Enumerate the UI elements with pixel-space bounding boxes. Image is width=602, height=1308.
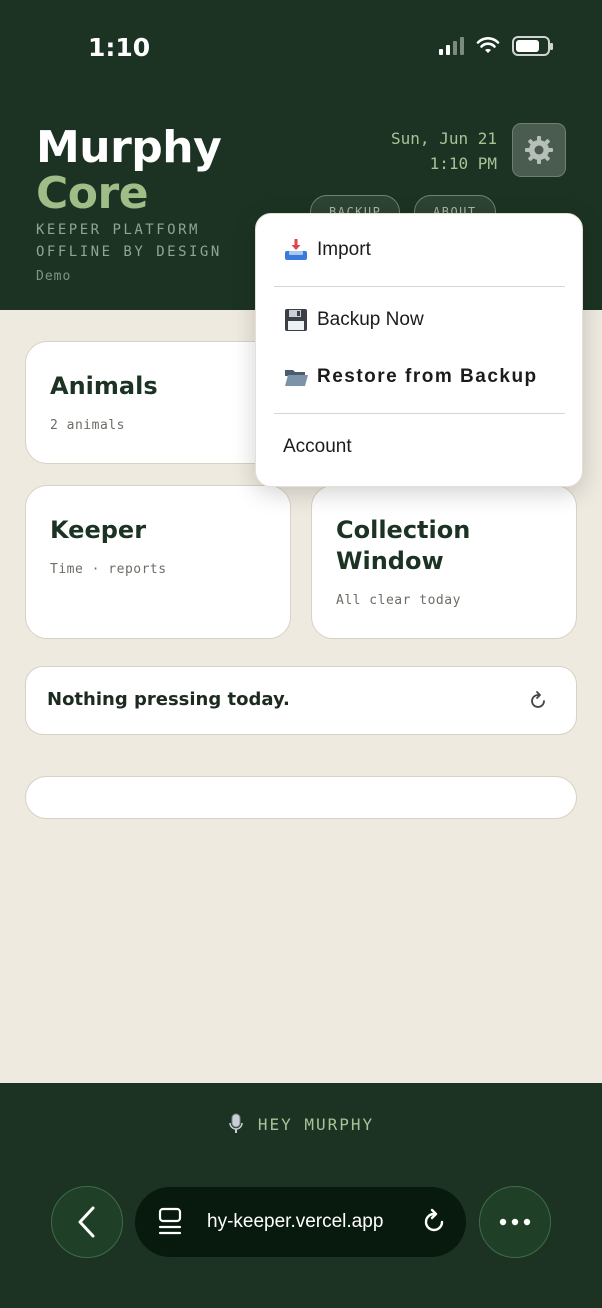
menu-item-account-label: Account	[283, 436, 352, 457]
brand-title: Murphy	[36, 122, 222, 173]
hey-murphy-label: HEY MURPHY	[257, 1115, 375, 1134]
status-banner-text: Nothing pressing today.	[47, 689, 290, 710]
menu-divider	[274, 286, 565, 287]
mode-label: Demo	[36, 269, 72, 284]
keeper-card-title: Keeper	[50, 516, 147, 544]
status-time: 1:10	[88, 33, 151, 62]
header-time: 1:10 PM	[429, 154, 497, 173]
animals-card-subtitle: 2 animals	[50, 418, 125, 433]
animals-card[interactable]: Animals 2 animals	[25, 341, 291, 464]
address-bar[interactable]: hy-keeper.vercel.app	[135, 1187, 466, 1257]
menu-item-restore-label: Restore from Backup	[317, 366, 538, 387]
menu-item-account[interactable]: Account	[283, 436, 352, 458]
back-button[interactable]	[51, 1186, 123, 1258]
keeper-card-subtitle: Time · reports	[50, 562, 167, 577]
hey-murphy-button[interactable]: HEY MURPHY	[0, 1113, 602, 1135]
gear-icon	[525, 136, 553, 164]
more-options-button[interactable]	[479, 1186, 551, 1258]
collection-card-subtitle: All clear today	[336, 593, 461, 608]
url-text: hy-keeper.vercel.app	[207, 1211, 384, 1232]
header-date: Sun, Jun 21	[391, 129, 497, 148]
menu-item-backup-label: Backup Now	[317, 309, 424, 330]
wifi-icon	[476, 37, 500, 53]
tabs-icon[interactable]	[157, 1207, 183, 1237]
menu-item-import-label: Import	[317, 239, 371, 260]
tagline-offline: OFFLINE BY DESIGN	[36, 244, 222, 260]
menu-item-import[interactable]: Import	[283, 237, 371, 263]
signal-icon	[439, 37, 464, 55]
open-folder-icon	[285, 370, 308, 386]
header-datetime: Sun, Jun 21 1:10 PM	[391, 126, 497, 176]
tagline-platform: KEEPER PLATFORM	[36, 222, 200, 238]
floppy-disk-icon	[285, 309, 307, 331]
animals-card-title: Animals	[50, 372, 158, 400]
inbox-tray-icon	[285, 239, 307, 260]
empty-card	[25, 776, 577, 819]
collection-window-card[interactable]: Collection Window All clear today	[311, 485, 577, 639]
more-icon	[499, 1218, 531, 1226]
status-banner: Nothing pressing today.	[25, 666, 577, 735]
menu-divider	[274, 413, 565, 414]
reload-icon[interactable]	[420, 1208, 448, 1236]
chevron-left-icon	[78, 1206, 95, 1238]
brand-subtitle: Core	[36, 168, 149, 219]
battery-icon	[512, 36, 553, 56]
collection-card-title-line2: Window	[336, 547, 444, 575]
keeper-card[interactable]: Keeper Time · reports	[25, 485, 291, 639]
settings-button[interactable]	[512, 123, 566, 177]
menu-item-backup-now[interactable]: Backup Now	[283, 307, 424, 333]
status-icons	[439, 36, 553, 56]
menu-item-restore[interactable]: Restore from Backup	[283, 364, 538, 390]
collection-card-title-line1: Collection	[336, 516, 471, 544]
refresh-icon[interactable]	[526, 689, 550, 713]
microphone-icon	[229, 1113, 243, 1133]
